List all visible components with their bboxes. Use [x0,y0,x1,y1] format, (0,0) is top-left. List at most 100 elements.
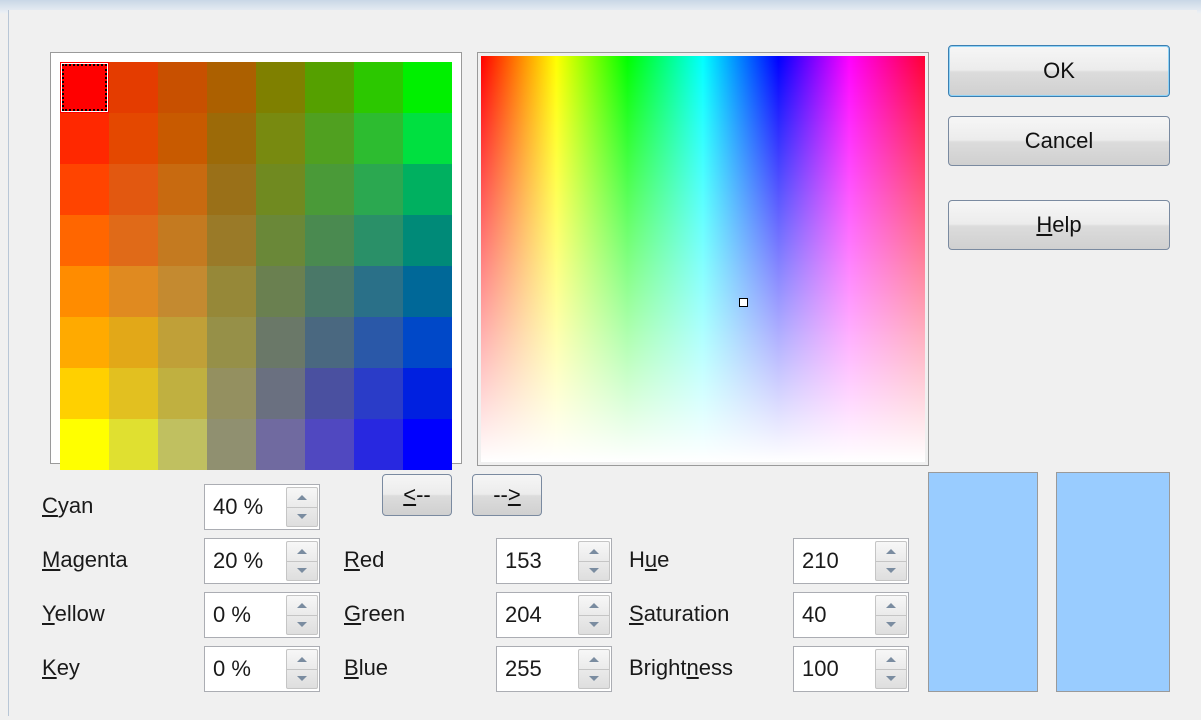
palette-swatch[interactable] [305,419,354,470]
palette-swatch[interactable] [207,62,256,113]
copy-right-button[interactable]: --> [472,474,542,516]
palette-swatch[interactable] [305,317,354,368]
palette-swatch[interactable] [305,62,354,113]
palette-swatch[interactable] [207,317,256,368]
ok-button[interactable]: OK [948,45,1170,97]
palette-swatch[interactable] [60,368,109,419]
green-label: Green [344,601,406,626]
brightness-field[interactable]: 100 [793,646,909,692]
green-field[interactable]: 204 [496,592,612,638]
spin-arrows-icon[interactable] [578,541,610,581]
ok-label: OK [1043,58,1075,83]
palette-swatch[interactable] [354,317,403,368]
palette-swatch[interactable] [109,164,158,215]
palette-swatch[interactable] [158,62,207,113]
saturation-field[interactable]: 40 [793,592,909,638]
palette-swatch[interactable] [256,368,305,419]
palette-swatch[interactable] [109,419,158,470]
blue-label: Blue [344,655,389,680]
palette-swatch[interactable] [403,215,452,266]
palette-swatch[interactable] [158,215,207,266]
palette-swatch[interactable] [207,266,256,317]
palette-swatch[interactable] [354,62,403,113]
palette-swatch[interactable] [256,62,305,113]
palette-swatch[interactable] [207,113,256,164]
palette-swatch[interactable] [60,215,109,266]
palette-swatch[interactable] [305,368,354,419]
yellow-field[interactable]: 0 % [204,592,320,638]
palette-swatch[interactable] [403,266,452,317]
copy-left-label: <-- [403,482,431,507]
palette-swatch[interactable] [60,62,109,113]
palette-swatch[interactable] [109,317,158,368]
palette-swatch[interactable] [354,164,403,215]
spectrum-field[interactable] [481,56,925,462]
palette-swatch[interactable] [354,368,403,419]
palette-swatch[interactable] [109,266,158,317]
palette-swatch[interactable] [109,368,158,419]
palette-swatch[interactable] [60,113,109,164]
hue-value: 210 [802,548,839,573]
palette-swatch[interactable] [207,368,256,419]
palette-swatch[interactable] [403,62,452,113]
palette-swatch[interactable] [354,215,403,266]
palette-swatch[interactable] [354,113,403,164]
spin-arrows-icon[interactable] [286,541,318,581]
palette-swatch[interactable] [158,368,207,419]
palette-swatch[interactable] [109,113,158,164]
palette-swatch[interactable] [207,164,256,215]
palette-swatch[interactable] [207,419,256,470]
palette-swatch[interactable] [60,266,109,317]
hue-field[interactable]: 210 [793,538,909,584]
palette-swatch[interactable] [403,368,452,419]
palette-swatch[interactable] [403,113,452,164]
blue-field[interactable]: 255 [496,646,612,692]
help-button[interactable]: Help [948,200,1170,250]
spin-arrows-icon[interactable] [578,649,610,689]
magenta-field[interactable]: 20 % [204,538,320,584]
palette-swatch[interactable] [354,419,403,470]
cyan-field[interactable]: 40 % [204,484,320,530]
palette-swatch[interactable] [158,113,207,164]
palette-swatch[interactable] [256,266,305,317]
spin-arrows-icon[interactable] [578,595,610,635]
palette-swatch[interactable] [60,317,109,368]
spin-arrows-icon[interactable] [875,595,907,635]
palette-swatch[interactable] [256,113,305,164]
red-field[interactable]: 153 [496,538,612,584]
palette-swatch[interactable] [158,419,207,470]
palette-swatch[interactable] [403,419,452,470]
palette-swatch[interactable] [207,215,256,266]
palette-swatch[interactable] [403,317,452,368]
copy-right-label: --> [493,482,521,507]
palette-swatch[interactable] [256,317,305,368]
palette-swatch[interactable] [305,113,354,164]
palette-swatch[interactable] [403,164,452,215]
spin-arrows-icon[interactable] [286,487,318,527]
spectrum-marker[interactable] [739,298,748,307]
spin-arrows-icon[interactable] [286,595,318,635]
color-spectrum[interactable] [477,52,929,466]
red-label: Red [344,547,385,572]
palette-swatch[interactable] [158,164,207,215]
palette-swatch[interactable] [109,215,158,266]
spin-arrows-icon[interactable] [875,649,907,689]
palette-swatch[interactable] [158,266,207,317]
palette-swatch[interactable] [60,419,109,470]
palette-swatch[interactable] [305,266,354,317]
palette-swatch[interactable] [305,164,354,215]
palette-swatch[interactable] [354,266,403,317]
cancel-button[interactable]: Cancel [948,116,1170,166]
saturation-value: 40 [802,602,827,627]
palette-swatch[interactable] [256,419,305,470]
palette-swatch[interactable] [305,215,354,266]
palette-swatch[interactable] [60,164,109,215]
spin-arrows-icon[interactable] [875,541,907,581]
palette-swatch[interactable] [256,215,305,266]
copy-left-button[interactable]: <-- [382,474,452,516]
key-field[interactable]: 0 % [204,646,320,692]
palette-swatch[interactable] [158,317,207,368]
palette-swatch[interactable] [109,62,158,113]
spin-arrows-icon[interactable] [286,649,318,689]
palette-swatch[interactable] [256,164,305,215]
